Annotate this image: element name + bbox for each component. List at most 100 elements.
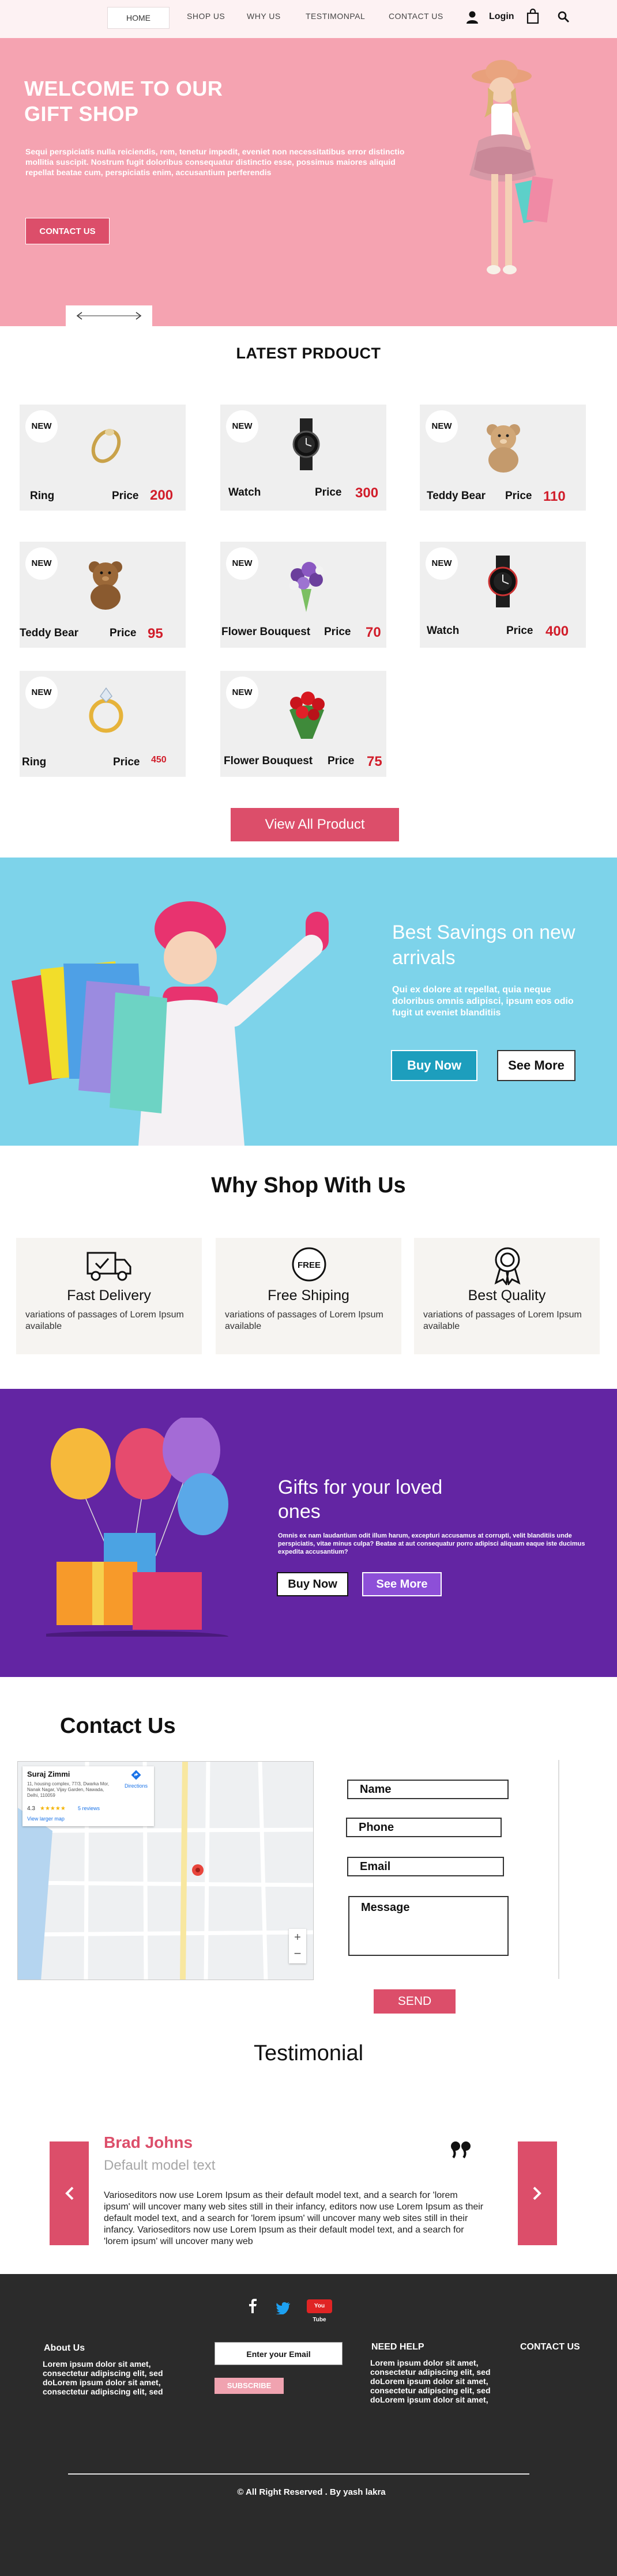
product-card[interactable]: NEW Ring Price 200 bbox=[20, 405, 186, 511]
quote-icon bbox=[451, 2141, 471, 2159]
map-directions[interactable]: Directions bbox=[122, 1770, 151, 1789]
bouquet-icon bbox=[289, 562, 323, 612]
product-card[interactable]: NEW Ring Price 450 bbox=[20, 671, 186, 777]
ring-icon bbox=[91, 429, 121, 463]
gifts-title: Gifts for your loved ones bbox=[278, 1476, 443, 1523]
zoom-in-icon[interactable]: + bbox=[289, 1929, 306, 1946]
message-field[interactable]: Message bbox=[348, 1896, 509, 1956]
savings-text: Qui ex dolore at repellat, quia neque do… bbox=[392, 985, 574, 1018]
feature-card: Best Quality variations of passages of L… bbox=[414, 1238, 600, 1354]
twitter-icon[interactable] bbox=[276, 2302, 291, 2314]
savings-buy-now-button[interactable]: Buy Now bbox=[391, 1050, 477, 1081]
hero-banner: WELCOME TO OUR GIFT SHOP Sequi perspicia… bbox=[0, 38, 617, 326]
slider-arrows-icon[interactable] bbox=[66, 305, 152, 326]
email-field[interactable]: Email bbox=[347, 1857, 504, 1876]
map-larger-link[interactable]: View larger map bbox=[27, 1816, 65, 1822]
map-reviews-link[interactable]: 5 reviews bbox=[78, 1806, 100, 1811]
contact-title: Contact Us bbox=[60, 1714, 176, 1738]
contact-us-button[interactable]: CONTACT US bbox=[25, 218, 110, 244]
product-price: 110 bbox=[543, 489, 566, 504]
testimonial-name: Brad Johns bbox=[104, 2133, 193, 2151]
map-info-card: Suraj Zimmi 11, housing complex, 77/3, D… bbox=[22, 1766, 154, 1826]
user-icon[interactable] bbox=[466, 10, 479, 24]
feature-text: variations of passages of Lorem Ipsum av… bbox=[25, 1310, 184, 1331]
feature-text: variations of passages of Lorem Ipsum av… bbox=[225, 1310, 383, 1331]
phone-field[interactable]: Phone bbox=[346, 1818, 502, 1837]
map-zoom-controls[interactable]: + − bbox=[289, 1929, 306, 1963]
search-icon[interactable] bbox=[557, 10, 570, 23]
testimonial-next-button[interactable] bbox=[518, 2141, 557, 2245]
savings-title: Best Savings on new arrivals bbox=[392, 921, 575, 969]
footer-divider bbox=[68, 2473, 529, 2475]
product-name: Flower Bouquest bbox=[221, 626, 311, 638]
email-subscribe-input[interactable]: Enter your Email bbox=[215, 2342, 343, 2365]
product-price: 450 bbox=[151, 755, 167, 765]
directions-icon bbox=[131, 1770, 141, 1780]
zoom-out-icon[interactable]: − bbox=[289, 1946, 306, 1963]
footer-about-text: Lorem ipsum dolor sit amet, consectetur … bbox=[43, 2359, 163, 2396]
price-label: Price bbox=[113, 756, 140, 768]
price-label: Price bbox=[505, 490, 532, 502]
product-card[interactable]: NEW Flower Bouquest Price 70 bbox=[220, 542, 386, 648]
send-button[interactable]: SEND bbox=[374, 1989, 456, 2014]
product-card[interactable]: NEW Teddy Bear Price 95 bbox=[20, 542, 186, 648]
testimonial-role: Default model text bbox=[104, 2158, 216, 2173]
nav-shop-us[interactable]: SHOP US bbox=[187, 12, 225, 21]
hero-title: WELCOME TO OUR GIFT SHOP bbox=[24, 77, 223, 126]
footer-help-title: NEED HELP bbox=[371, 2342, 424, 2352]
gifts-see-more-button[interactable]: See More bbox=[362, 1572, 442, 1596]
new-badge: NEW bbox=[226, 677, 258, 709]
subscribe-button[interactable]: SUBSCRIBE bbox=[215, 2378, 284, 2394]
new-badge: NEW bbox=[25, 547, 58, 580]
products-title: LATEST PRDOUCT bbox=[236, 345, 381, 362]
form-divider bbox=[558, 1760, 559, 1979]
copyright: © All Right Reserved . By yash lakra bbox=[208, 2487, 415, 2497]
new-badge: NEW bbox=[426, 410, 458, 443]
testimonial-prev-button[interactable] bbox=[50, 2141, 89, 2245]
map-place-name: Suraj Zimmi bbox=[27, 1770, 70, 1778]
nav-why-us[interactable]: WHY US bbox=[247, 12, 281, 21]
name-field[interactable]: Name bbox=[347, 1780, 509, 1799]
product-card[interactable]: NEW Watch Price 300 bbox=[220, 405, 386, 511]
nav-contact-us[interactable]: CONTACT US bbox=[389, 12, 443, 21]
copyright-icon: © bbox=[237, 2487, 244, 2497]
feature-text: variations of passages of Lorem Ipsum av… bbox=[423, 1310, 582, 1331]
facebook-icon[interactable] bbox=[247, 2298, 258, 2313]
price-label: Price bbox=[328, 755, 355, 767]
watch-icon bbox=[488, 556, 518, 607]
chevron-left-icon bbox=[65, 2186, 74, 2200]
footer-about-title: About Us bbox=[44, 2343, 85, 2353]
slider-control[interactable] bbox=[66, 305, 152, 326]
embedded-map[interactable]: Suraj Zimmi 11, housing complex, 77/3, D… bbox=[17, 1761, 314, 1980]
nav-home[interactable]: HOME bbox=[107, 7, 170, 29]
youtube-icon[interactable]: You Tube bbox=[307, 2299, 332, 2323]
girl-with-shopping-bags-image bbox=[12, 901, 329, 1146]
product-price: 400 bbox=[545, 624, 569, 639]
product-name: Teddy Bear bbox=[20, 627, 79, 639]
balloons-gifts-image bbox=[46, 1418, 228, 1637]
gifts-buy-now-button[interactable]: Buy Now bbox=[277, 1572, 348, 1596]
gifts-banner: Gifts for your loved ones Omnis ex nam l… bbox=[0, 1389, 617, 1677]
award-icon bbox=[494, 1247, 521, 1285]
new-badge: NEW bbox=[426, 547, 458, 580]
feature-card: FREE Free Shiping variations of passages… bbox=[216, 1238, 401, 1354]
product-card[interactable]: NEW Teddy Bear Price 110 bbox=[420, 405, 586, 511]
truck-icon bbox=[86, 1252, 131, 1281]
girl-with-bags-image bbox=[469, 60, 554, 274]
product-card[interactable]: NEW Flower Bouquest Price 75 bbox=[220, 671, 386, 777]
shopping-bag-icon[interactable] bbox=[526, 8, 540, 24]
view-all-product-button[interactable]: View All Product bbox=[231, 808, 399, 841]
new-badge: NEW bbox=[226, 547, 258, 580]
savings-see-more-button[interactable]: See More bbox=[497, 1050, 575, 1081]
product-card[interactable]: NEW Watch Price 400 bbox=[420, 542, 586, 648]
copyright-text: All Right Reserved . By yash lakra bbox=[246, 2487, 386, 2497]
watch-icon bbox=[292, 418, 320, 470]
price-label: Price bbox=[506, 625, 533, 637]
map-stars: ★★★★★ bbox=[40, 1806, 66, 1812]
new-badge: NEW bbox=[226, 410, 258, 443]
product-name: Teddy Bear bbox=[427, 490, 486, 502]
nav-testimonial[interactable]: TESTIMONPAL bbox=[306, 12, 365, 21]
login-link[interactable]: Login bbox=[489, 12, 514, 22]
feature-card: Fast Delivery variations of passages of … bbox=[16, 1238, 202, 1354]
price-label: Price bbox=[324, 626, 351, 638]
